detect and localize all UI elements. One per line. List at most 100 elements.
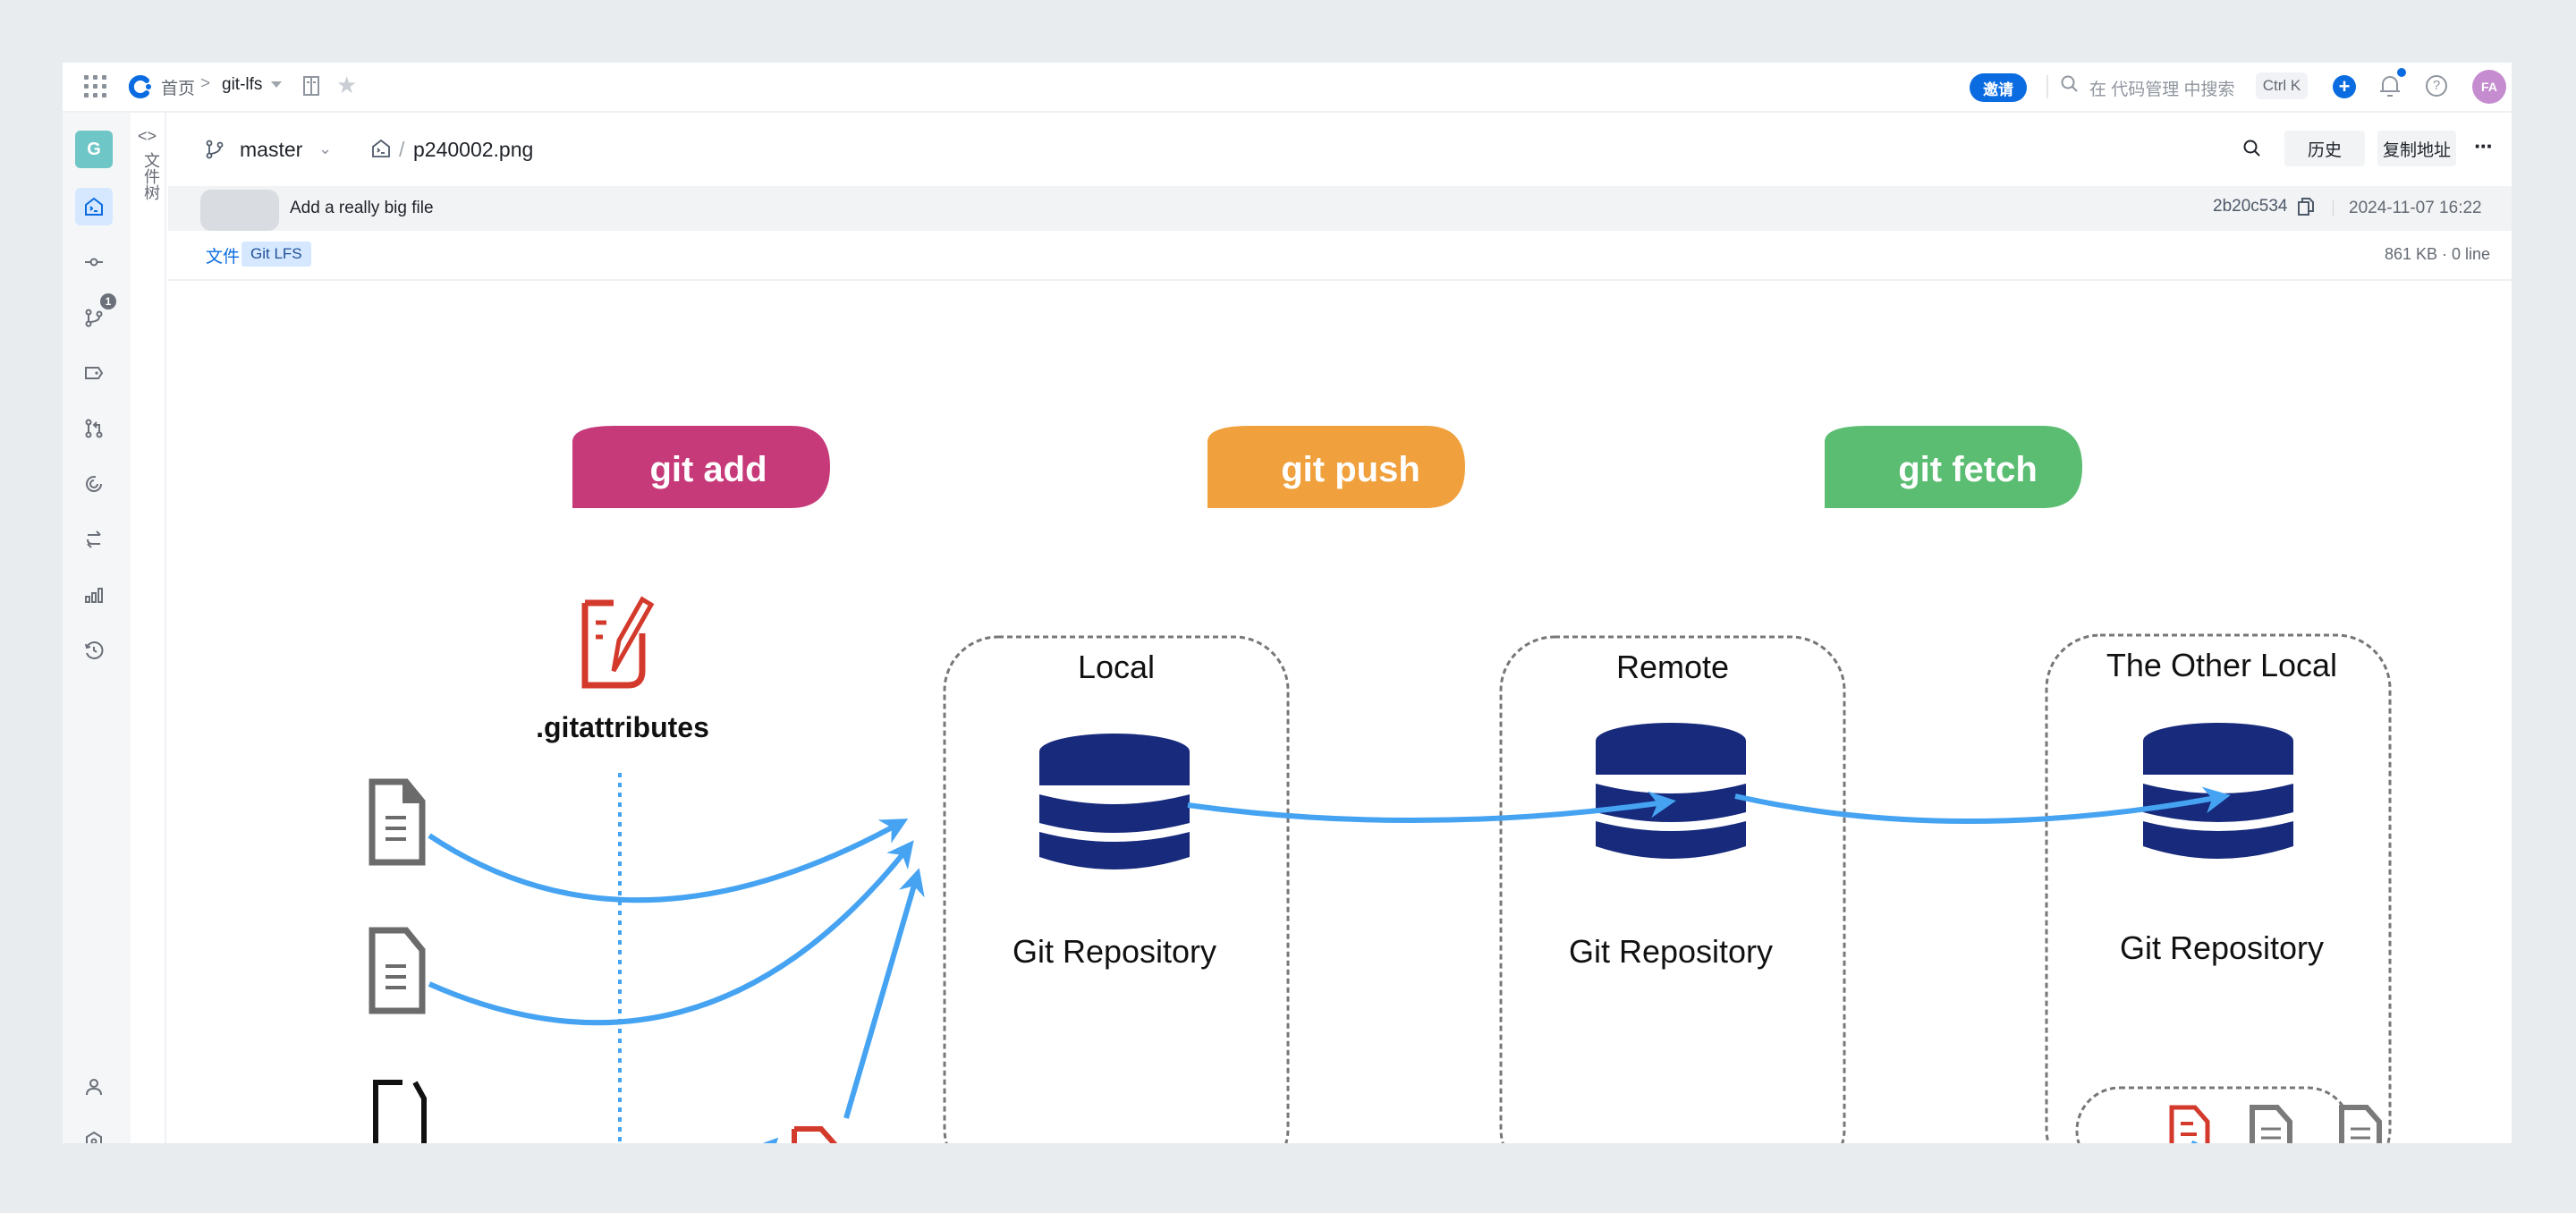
rail-item-pipelines[interactable]	[75, 465, 113, 503]
project-avatar[interactable]: G	[75, 131, 113, 168]
rail-item-stats[interactable]	[75, 576, 113, 614]
members-icon	[86, 1079, 102, 1096]
caret-down-icon[interactable]	[271, 81, 282, 88]
commit-icon	[85, 258, 103, 267]
rail-item-tags[interactable]	[75, 354, 113, 392]
pipeline-icon	[86, 476, 103, 492]
rail-item-merge-requests[interactable]	[75, 410, 113, 447]
divider	[2333, 200, 2334, 216]
rail-item-compare[interactable]	[75, 521, 113, 558]
notification-dot	[2397, 68, 2406, 77]
rail-item-commits[interactable]	[75, 243, 113, 281]
database-icon-local	[1039, 734, 1190, 869]
checkout-files-group	[2075, 1086, 2352, 1143]
star-icon[interactable]: ★	[336, 72, 357, 99]
branch-icon	[85, 309, 103, 327]
git-lfs-diagram: git add git push git fetch .gitattribute…	[369, 426, 2392, 1143]
database-icon-remote	[1596, 723, 1746, 859]
checkout-pointer-file-icon	[2169, 1105, 2210, 1143]
rail-item-code[interactable]	[75, 188, 113, 225]
file-size-info: 861 KB · 0 line	[2385, 245, 2491, 263]
file-tree-label[interactable]: 文件树	[140, 152, 163, 200]
box-remote-title: Remote	[1616, 649, 1729, 685]
checkout-file-icon	[2250, 1105, 2292, 1143]
arrow-large-to-pointer	[750, 1137, 779, 1143]
git-lfs-tag: Git LFS	[242, 242, 311, 267]
box-local: Local Git Repository	[943, 635, 1290, 1143]
apps-grid-icon[interactable]	[84, 75, 107, 98]
box-other-local-repo-label: Git Repository	[2120, 929, 2324, 966]
invite-button[interactable]: 邀请	[1970, 73, 2027, 102]
merge-request-icon	[85, 419, 103, 438]
compare-icon	[87, 530, 101, 548]
tab-file[interactable]: 文件	[206, 243, 240, 267]
global-search-input[interactable]: 在 代码管理 中搜索	[2089, 76, 2235, 100]
create-button[interactable]: +	[2333, 75, 2356, 98]
breadcrumb-repo[interactable]: git-lfs	[222, 75, 262, 95]
commit-time: 2024-11-07 16:22	[2349, 199, 2482, 217]
pill-git-fetch: git fetch	[1825, 426, 2082, 508]
lfs-pointer-file-icon	[792, 1126, 838, 1143]
pill-git-add-label: git add	[649, 450, 767, 489]
more-options-icon[interactable]: ···	[2474, 132, 2494, 160]
pill-git-push-label: git push	[1281, 450, 1420, 489]
rail-item-settings[interactable]	[75, 1122, 113, 1143]
file-name: p240002.png	[413, 138, 534, 161]
gitattributes-label: .gitattributes	[536, 711, 709, 743]
box-local-repo-label: Git Repository	[1013, 933, 1216, 970]
search-icon[interactable]	[2059, 73, 2080, 95]
path-bar: master ⌄ / p240002.png 历史 复制地址 ···	[168, 113, 2512, 186]
divider	[2046, 75, 2048, 98]
file-view: master ⌄ / p240002.png 历史 复制地址 ··· Add a…	[168, 113, 2512, 1143]
chevron-down-icon[interactable]: ⌄	[318, 140, 332, 158]
user-avatar[interactable]: FA	[2472, 70, 2506, 104]
history-button[interactable]: 历史	[2284, 131, 2365, 166]
box-remote-repo-label: Git Repository	[1569, 933, 1773, 970]
tree-toggle-button[interactable]: <>	[138, 127, 157, 146]
branch-icon	[206, 140, 224, 159]
bookmark-icon[interactable]	[302, 75, 320, 97]
path-separator: /	[399, 138, 405, 161]
rail-item-branches[interactable]: 1	[75, 293, 116, 336]
code-repo-icon	[85, 197, 103, 216]
commit-hash[interactable]: 2b20c534	[2213, 197, 2287, 216]
commit-author-avatar[interactable]	[200, 190, 279, 231]
top-bar: 首页 > git-lfs ★ 邀请 在 代码管理 中搜索 Ctrl K + ? …	[63, 63, 2512, 113]
commit-message[interactable]: Add a really big file	[290, 199, 434, 218]
breadcrumb-home[interactable]: 首页	[161, 75, 195, 99]
box-local-title: Local	[1078, 649, 1155, 685]
latest-commit-bar: Add a really big file 2b20c534 2024-11-0…	[168, 186, 2512, 231]
box-local-border	[943, 635, 1290, 1143]
app-window: 首页 > git-lfs ★ 邀请 在 代码管理 中搜索 Ctrl K + ? …	[63, 63, 2512, 1143]
pill-git-add: git add	[572, 426, 830, 508]
box-remote: Remote Git Repository	[1499, 635, 1846, 1143]
help-icon[interactable]: ?	[2426, 75, 2447, 97]
rail-item-members[interactable]	[75, 1068, 113, 1106]
image-preview: git add git push git fetch .gitattribute…	[168, 283, 2512, 1143]
working-file-icon	[369, 927, 426, 1014]
search-shortcut-badge: Ctrl K	[2256, 72, 2308, 99]
arrow-add-pointer	[843, 868, 925, 1119]
rail-item-history[interactable]	[75, 632, 113, 669]
pill-git-fetch-label: git fetch	[1898, 450, 2038, 489]
copy-address-button[interactable]: 复制地址	[2377, 131, 2456, 166]
box-remote-border	[1499, 635, 1846, 1143]
logo-icon[interactable]	[127, 73, 154, 100]
large-file-icon	[373, 1080, 427, 1143]
copy-icon[interactable]	[2297, 197, 2315, 216]
arrow-add-file-1	[428, 819, 909, 903]
stats-icon	[85, 588, 103, 603]
search-icon[interactable]	[2241, 138, 2263, 159]
history-icon	[85, 641, 104, 659]
gitattributes-file-icon	[581, 596, 655, 689]
file-tree-collapsed: <> 文件树	[131, 113, 166, 1143]
settings-icon	[86, 1131, 102, 1143]
box-other-local-title: The Other Local	[2106, 647, 2337, 683]
working-file-icon	[369, 778, 426, 866]
branch-selector[interactable]: master	[240, 138, 302, 162]
pill-git-push: git push	[1208, 426, 1465, 508]
checkout-file-icon	[2339, 1105, 2382, 1143]
tag-icon	[85, 367, 104, 379]
repo-root-icon[interactable]	[370, 138, 392, 159]
database-icon-other-local	[2143, 723, 2293, 859]
